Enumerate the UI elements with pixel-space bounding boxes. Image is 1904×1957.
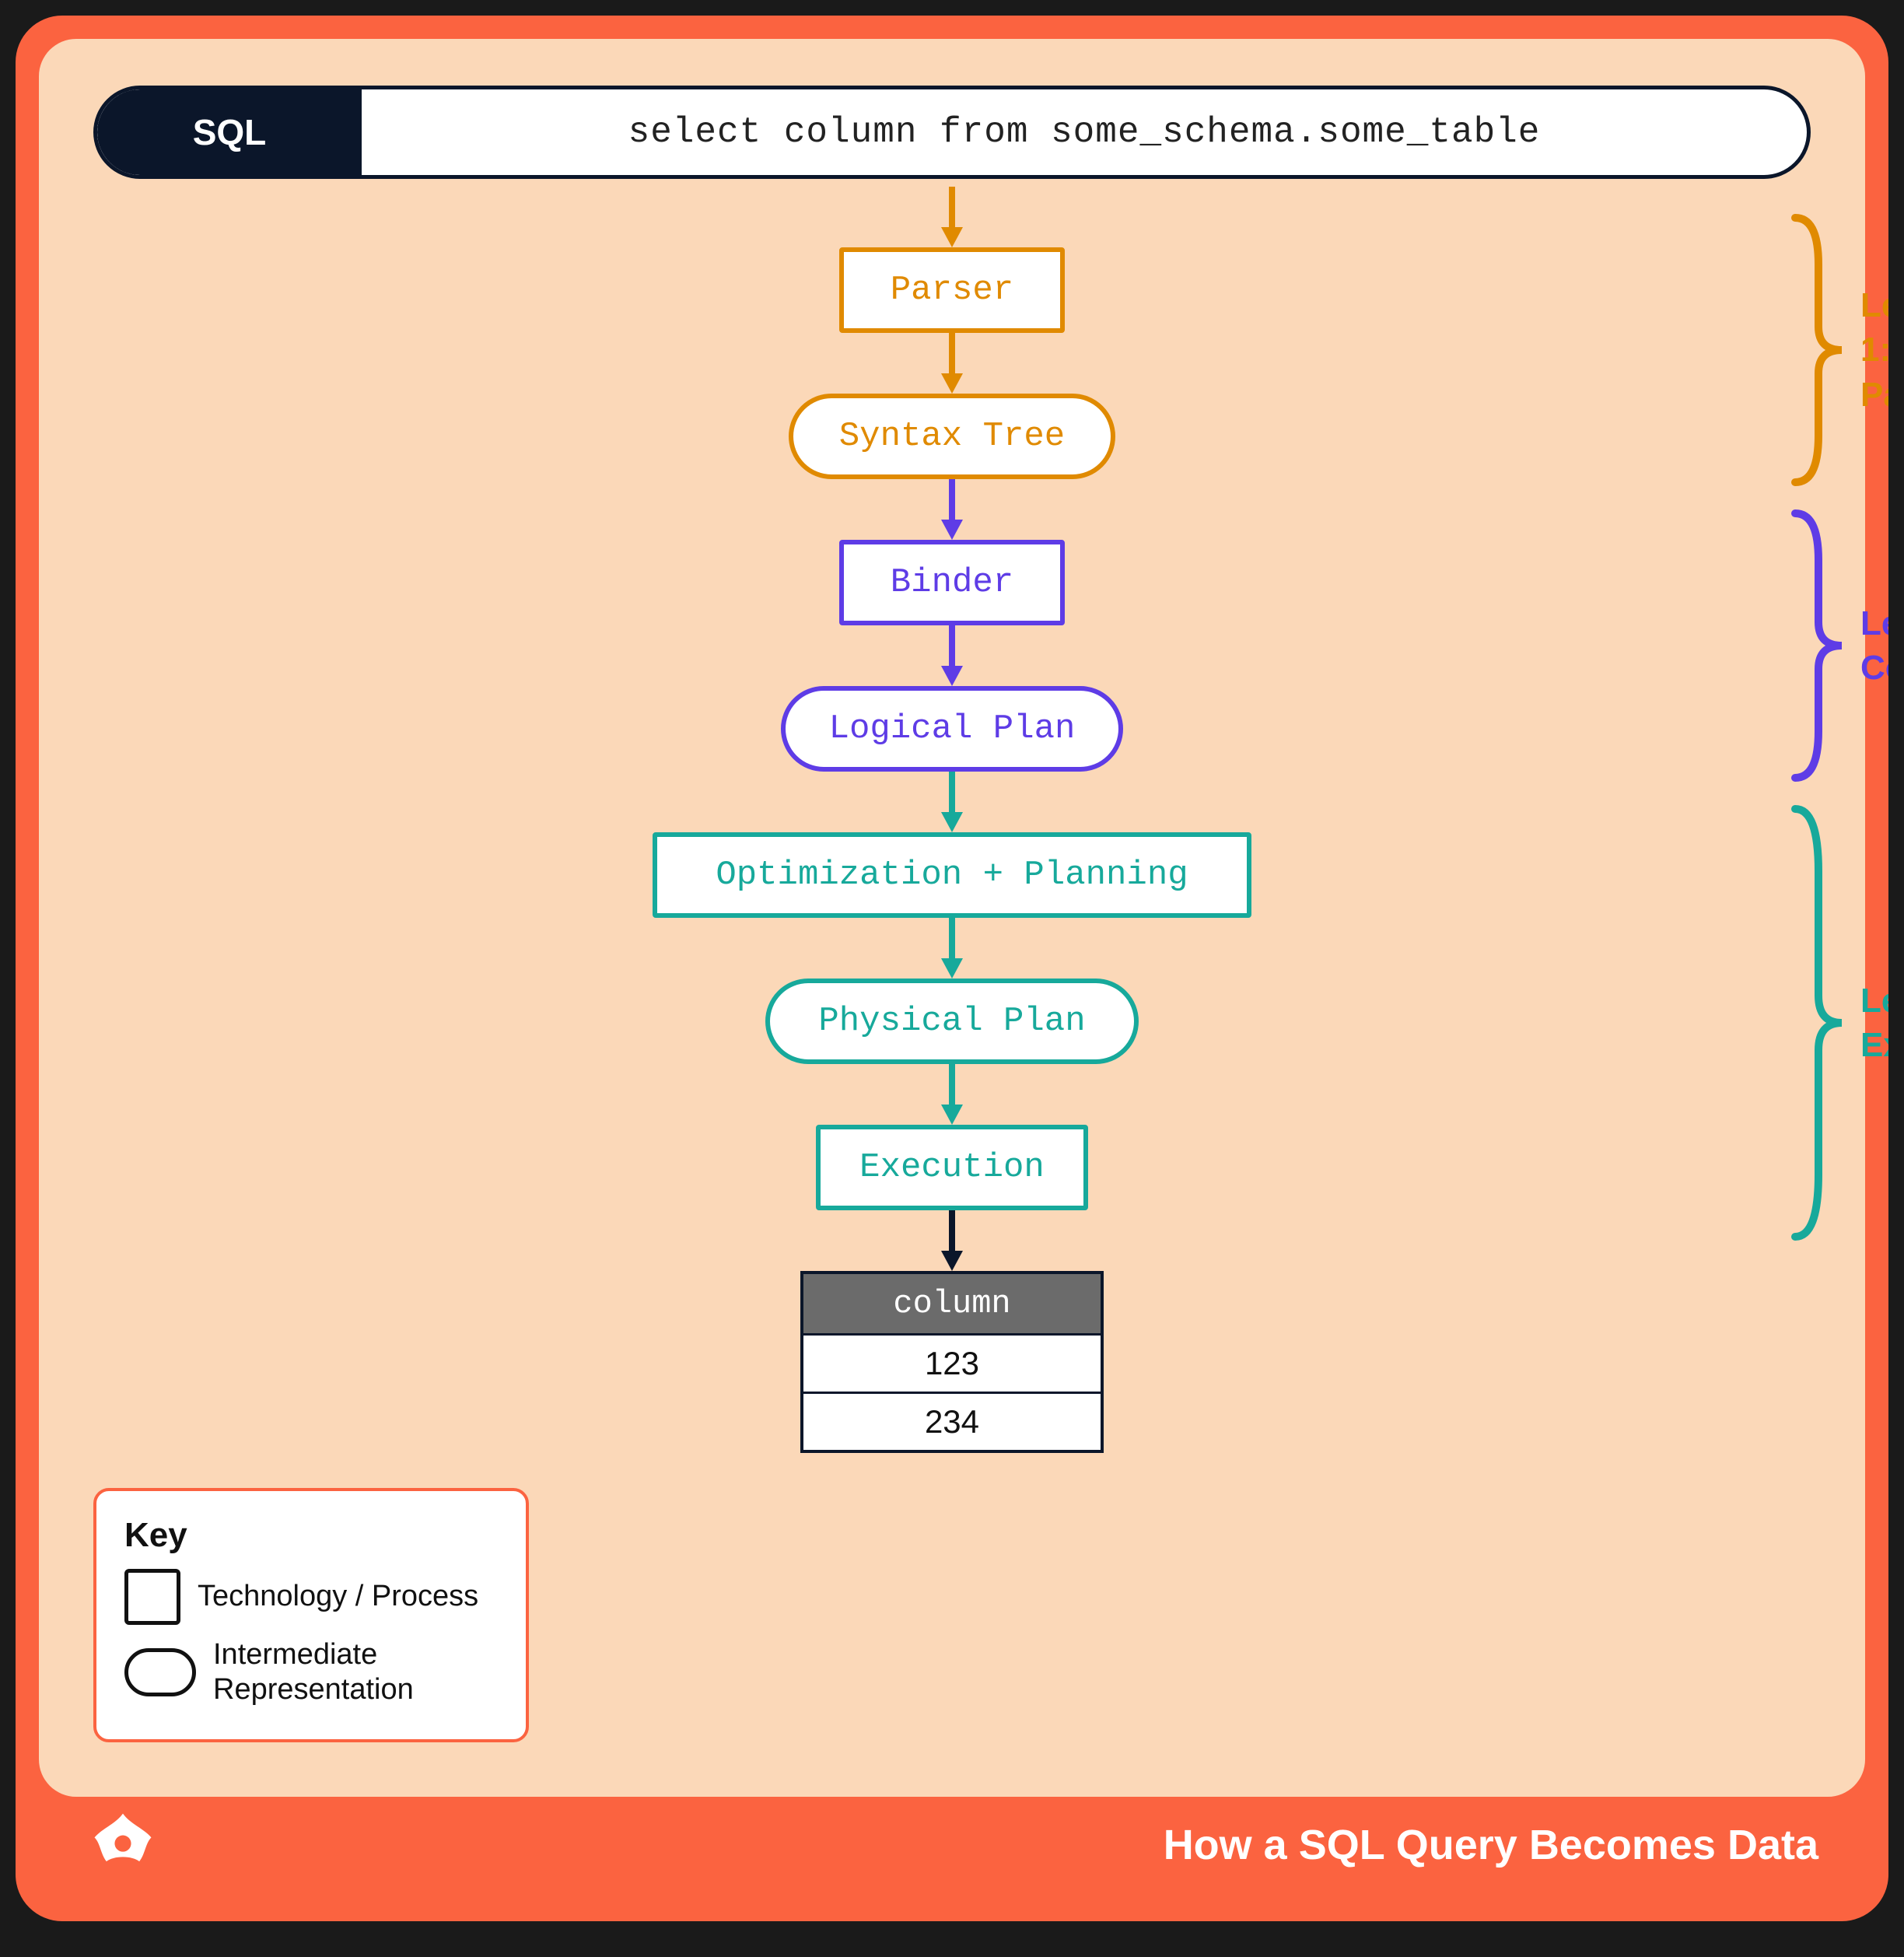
diagram-card: SQL select column from some_schema.some_…	[16, 16, 1888, 1921]
sql-tag: SQL	[97, 89, 362, 175]
level-num: Level 3:	[1860, 982, 1888, 1020]
arrow-icon	[938, 625, 966, 686]
level-2-label: Level 2: Compiler	[1860, 601, 1888, 690]
optimization-planning-node: Optimization + Planning	[653, 832, 1251, 918]
arrow-icon	[938, 772, 966, 832]
result-table: column 123 234	[800, 1271, 1104, 1453]
level-num: Level 2:	[1860, 604, 1888, 642]
level-name: Compiler	[1860, 649, 1888, 687]
level-3: Level 3: Executor	[1787, 801, 1888, 1245]
syntax-tree-node: Syntax Tree	[789, 394, 1115, 479]
arrow-icon	[938, 333, 966, 394]
arrow-icon	[938, 1210, 966, 1271]
execution-node: Execution	[816, 1125, 1088, 1210]
level-1: Level 1: Parser	[1787, 210, 1888, 490]
level-2: Level 2: Compiler	[1787, 506, 1888, 786]
level-3-label: Level 3: Executor	[1860, 978, 1888, 1067]
logo-icon	[86, 1808, 160, 1882]
table-cell: 234	[803, 1392, 1101, 1450]
arrow-icon	[938, 918, 966, 978]
logical-plan-node: Logical Plan	[781, 686, 1123, 772]
flow-column: Parser Syntax Tree Binder Logical Plan O…	[653, 187, 1251, 1453]
arrow-icon	[938, 1064, 966, 1125]
sql-code: select column from some_schema.some_tabl…	[362, 112, 1807, 152]
legend-label: Intermediate Representation	[213, 1637, 498, 1708]
level-name: Executor	[1860, 1026, 1888, 1064]
oval-icon	[124, 1648, 196, 1696]
level-1-label: Level 1: Parser	[1860, 283, 1888, 417]
footer-title: How a SQL Query Becomes Data	[1164, 1821, 1818, 1869]
legend-title: Key	[124, 1516, 498, 1555]
physical-plan-node: Physical Plan	[765, 978, 1139, 1064]
sql-input-bar: SQL select column from some_schema.some_…	[93, 86, 1811, 179]
legend-key: Key Technology / Process Intermediate Re…	[93, 1488, 529, 1742]
level-name: Parser	[1860, 376, 1888, 414]
legend-row-intermediate: Intermediate Representation	[124, 1637, 498, 1708]
parser-node: Parser	[839, 247, 1065, 333]
table-cell: 123	[803, 1333, 1101, 1392]
arrow-icon	[938, 479, 966, 540]
square-icon	[124, 1569, 180, 1625]
arrow-icon	[938, 187, 966, 247]
footer-bar: How a SQL Query Becomes Data	[16, 1812, 1888, 1921]
level-num: Level 1:	[1860, 286, 1888, 369]
diagram-inner: SQL select column from some_schema.some_…	[39, 39, 1865, 1797]
binder-node: Binder	[839, 540, 1065, 625]
table-header: column	[803, 1274, 1101, 1333]
legend-label: Technology / Process	[198, 1579, 478, 1615]
legend-row-tech: Technology / Process	[124, 1569, 498, 1625]
